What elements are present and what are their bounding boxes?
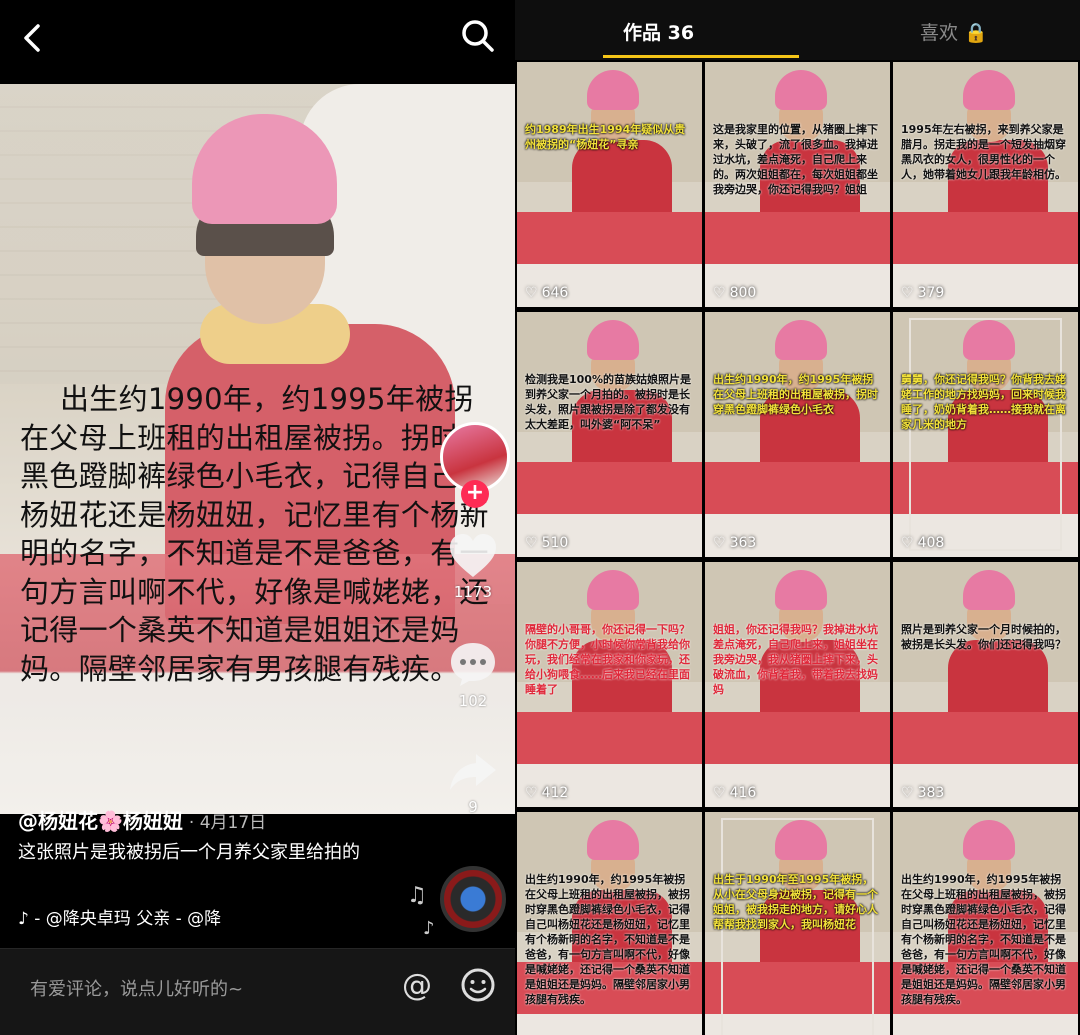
profile-tabs: 作品 36 喜欢 🔒 (515, 0, 1080, 60)
follow-button[interactable]: + (461, 480, 489, 508)
heart-outline-icon: ♡ (901, 285, 914, 301)
video-thumbnail[interactable]: 检测我是100%的苗族姑娘照片是到养父家一个月拍的。被拐时是长头发，照片跟被拐是… (517, 312, 702, 557)
thumb-caption: 约1989年出生1994年疑似从贵州被拐的“杨妞花”寻亲 (525, 123, 686, 151)
heart-outline-icon: ♡ (525, 785, 538, 801)
top-bar (0, 0, 515, 84)
video-caption-overlay: 出生约1990年，约1995年被拐在父母上班租的出租屋被拐。拐时穿黑色蹬脚裤绿色… (20, 382, 489, 686)
heart-outline-icon: ♡ (901, 535, 914, 551)
svg-text:♪: ♪ (423, 918, 435, 938)
comment-button[interactable]: 102 (433, 640, 513, 710)
profile-grid-pane: 作品 36 喜欢 🔒 约1989年出生1994年疑似从贵州被拐的“杨妞花”寻亲 ♡… (515, 0, 1080, 1035)
video-thumbnail[interactable]: 姐姐，你还记得我吗？我掉进水坑差点淹死，自己爬上来，姐姐坐在我旁边哭，我从猪圈上… (705, 562, 890, 807)
thumb-like-value: 646 (541, 285, 569, 301)
thumb-like-count: ♡ 383 (901, 785, 944, 801)
thumb-caption: 出生于1990年至1995年被拐，从小在父母身边被拐，记得有一个姐姐，被我拐走的… (713, 873, 878, 931)
video-thumbnail[interactable]: 出生约1990年，约1995年被拐在父母上班租的出租屋被拐，被拐时穿黑色蹬脚裤绿… (893, 812, 1078, 1035)
comment-count: 102 (458, 692, 488, 710)
thumb-like-count: ♡ 412 (525, 785, 568, 801)
thumb-like-count: ♡ 416 (713, 785, 756, 801)
music-title[interactable]: ♪ - @降央卓玛 父亲 - @降 (18, 909, 221, 929)
comment-input[interactable]: 有爱评论，说点儿好听的~ (30, 975, 243, 1001)
back-button[interactable] (16, 18, 52, 58)
music-info[interactable]: ♪ - @降央卓玛 父亲 - @降 (18, 904, 308, 929)
video-thumbnail[interactable]: 出生于1990年至1995年被拐，从小在父母身边被拐，记得有一个姐姐，被我拐走的… (705, 812, 890, 1035)
emoji-button[interactable] (460, 967, 496, 1003)
video-info: @杨妞花🌸杨妞妞 · 4月17日 这张照片是我被拐后一个月养父家里给拍的 ♪ - … (0, 800, 515, 950)
smiley-icon (461, 968, 495, 1002)
heart-outline-icon: ♡ (525, 285, 538, 301)
video-thumbnail[interactable]: 这是我家里的位置，从猪圈上摔下来，头破了，流了很多血。我掉进过水坑，差点淹死，自… (705, 62, 890, 307)
video-thumbnail[interactable]: 约1989年出生1994年疑似从贵州被拐的“杨妞花”寻亲 ♡ 646 (517, 62, 702, 307)
thumb-caption: 检测我是100%的苗族姑娘照片是到养父家一个月拍的。被拐时是长头发，照片跟被拐是… (525, 373, 691, 431)
like-count: 1173 (453, 583, 493, 601)
back-arrow-icon (24, 24, 40, 52)
search-icon (462, 20, 494, 52)
heart-outline-icon: ♡ (713, 535, 726, 551)
thumb-like-value: 408 (917, 535, 945, 551)
like-button[interactable]: 1173 (433, 533, 513, 601)
thumb-frame (909, 318, 1062, 551)
music-note-icon: ♫ ♪ (407, 883, 435, 938)
thumb-caption: 出生约1990年，约1995年被拐在父母上班租的出租屋被拐，被拐时穿黑色蹬脚裤绿… (525, 873, 690, 1006)
video-thumbnail[interactable]: 照片是到养父家一个月时候拍的，被拐是长头发。你们还记得我吗？ ♡ 383 (893, 562, 1078, 807)
thumb-caption: 照片是到养父家一个月时候拍的，被拐是长头发。你们还记得我吗？ (901, 623, 1066, 651)
thumb-like-value: 383 (917, 785, 945, 801)
video-thumbnail[interactable]: 隔壁的小哥哥，你还记得一下吗？你腿不方便，小时候你常背我给你玩，我们经常在我家和… (517, 562, 702, 807)
thumb-caption: 隔壁的小哥哥，你还记得一下吗？你腿不方便，小时候你常背我给你玩，我们经常在我家和… (525, 623, 690, 696)
video-thumbnail[interactable]: 舅舅，你还记得我吗？你背我去姥姥工作的地方找妈妈，回来时候我睡了，奶奶背着我……… (893, 312, 1078, 557)
author-handle[interactable]: @杨妞花🌸杨妞妞 (18, 809, 183, 833)
thumb-caption: 舅舅，你还记得我吗？你背我去姥姥工作的地方找妈妈，回来时候我睡了，奶奶背着我……… (901, 373, 1066, 431)
music-disc-icon[interactable] (440, 866, 506, 932)
thumb-like-count: ♡ 379 (901, 285, 944, 301)
thumb-caption: 1995年左右被拐，来到养父家是腊月。拐走我的是一个短发抽烟穿黑风衣的女人，很男… (901, 123, 1066, 181)
heart-outline-icon: ♡ (901, 785, 914, 801)
video-description: 这张照片是我被拐后一个月养父家里给拍的 (18, 842, 360, 863)
share-arrow-icon (450, 754, 496, 790)
thumb-caption: 出生约1990年，约1995年被拐在父母上班租的出租屋被拐，拐时穿黑色蹬脚裤绿色… (713, 373, 878, 416)
thumb-like-count: ♡ 408 (901, 535, 944, 551)
thumb-like-count: ♡ 363 (713, 535, 756, 551)
thumb-like-value: 379 (917, 285, 945, 301)
heart-icon (450, 534, 496, 577)
thumb-like-count: ♡ 800 (713, 285, 756, 301)
thumb-like-value: 416 (729, 785, 757, 801)
thumb-caption: 姐姐，你还记得我吗？我掉进水坑差点淹死，自己爬上来，姐姐坐在我旁边哭，我从猪圈上… (713, 623, 878, 696)
thumb-caption: 出生约1990年，约1995年被拐在父母上班租的出租屋被拐，被拐时穿黑色蹬脚裤绿… (901, 873, 1066, 1006)
heart-outline-icon: ♡ (713, 285, 726, 301)
video-thumbnail[interactable]: 出生约1990年，约1995年被拐在父母上班租的出租屋被拐，被拐时穿黑色蹬脚裤绿… (517, 812, 702, 1035)
svg-text:♫: ♫ (407, 883, 427, 908)
author-name[interactable]: @杨妞花🌸杨妞妞 · 4月17日 (18, 805, 266, 834)
heart-outline-icon: ♡ (713, 785, 726, 801)
video-thumbnail[interactable]: 1995年左右被拐，来到养父家是腊月。拐走我的是一个短发抽烟穿黑风衣的女人，很男… (893, 62, 1078, 307)
mention-button[interactable]: @ (398, 967, 436, 1005)
tab-likes[interactable]: 喜欢 🔒 (920, 18, 988, 45)
comment-icon (451, 643, 495, 686)
thumb-like-value: 412 (541, 785, 569, 801)
post-date: · 4月17日 (188, 813, 267, 833)
thumb-like-value: 800 (729, 285, 757, 301)
thumb-like-value: 363 (729, 535, 757, 551)
thumb-caption: 这是我家里的位置，从猪圈上摔下来，头破了，流了很多血。我掉进过水坑，差点淹死，自… (713, 123, 878, 196)
thumb-like-count: ♡ 510 (525, 535, 568, 551)
search-button[interactable] (458, 16, 498, 56)
video-thumbnail[interactable]: 出生约1990年，约1995年被拐在父母上班租的出租屋被拐，拐时穿黑色蹬脚裤绿色… (705, 312, 890, 557)
active-tab-indicator (603, 55, 799, 58)
thumb-like-count: ♡ 646 (525, 285, 568, 301)
heart-outline-icon: ♡ (525, 535, 538, 551)
comment-bar: 有爱评论，说点儿好听的~ @ (0, 948, 515, 1035)
tab-works[interactable]: 作品 36 (623, 18, 694, 45)
video-pane: 出生约1990年，约1995年被拐在父母上班租的出租屋被拐。拐时穿黑色蹬脚裤绿色… (0, 0, 515, 1035)
thumb-like-value: 510 (541, 535, 569, 551)
